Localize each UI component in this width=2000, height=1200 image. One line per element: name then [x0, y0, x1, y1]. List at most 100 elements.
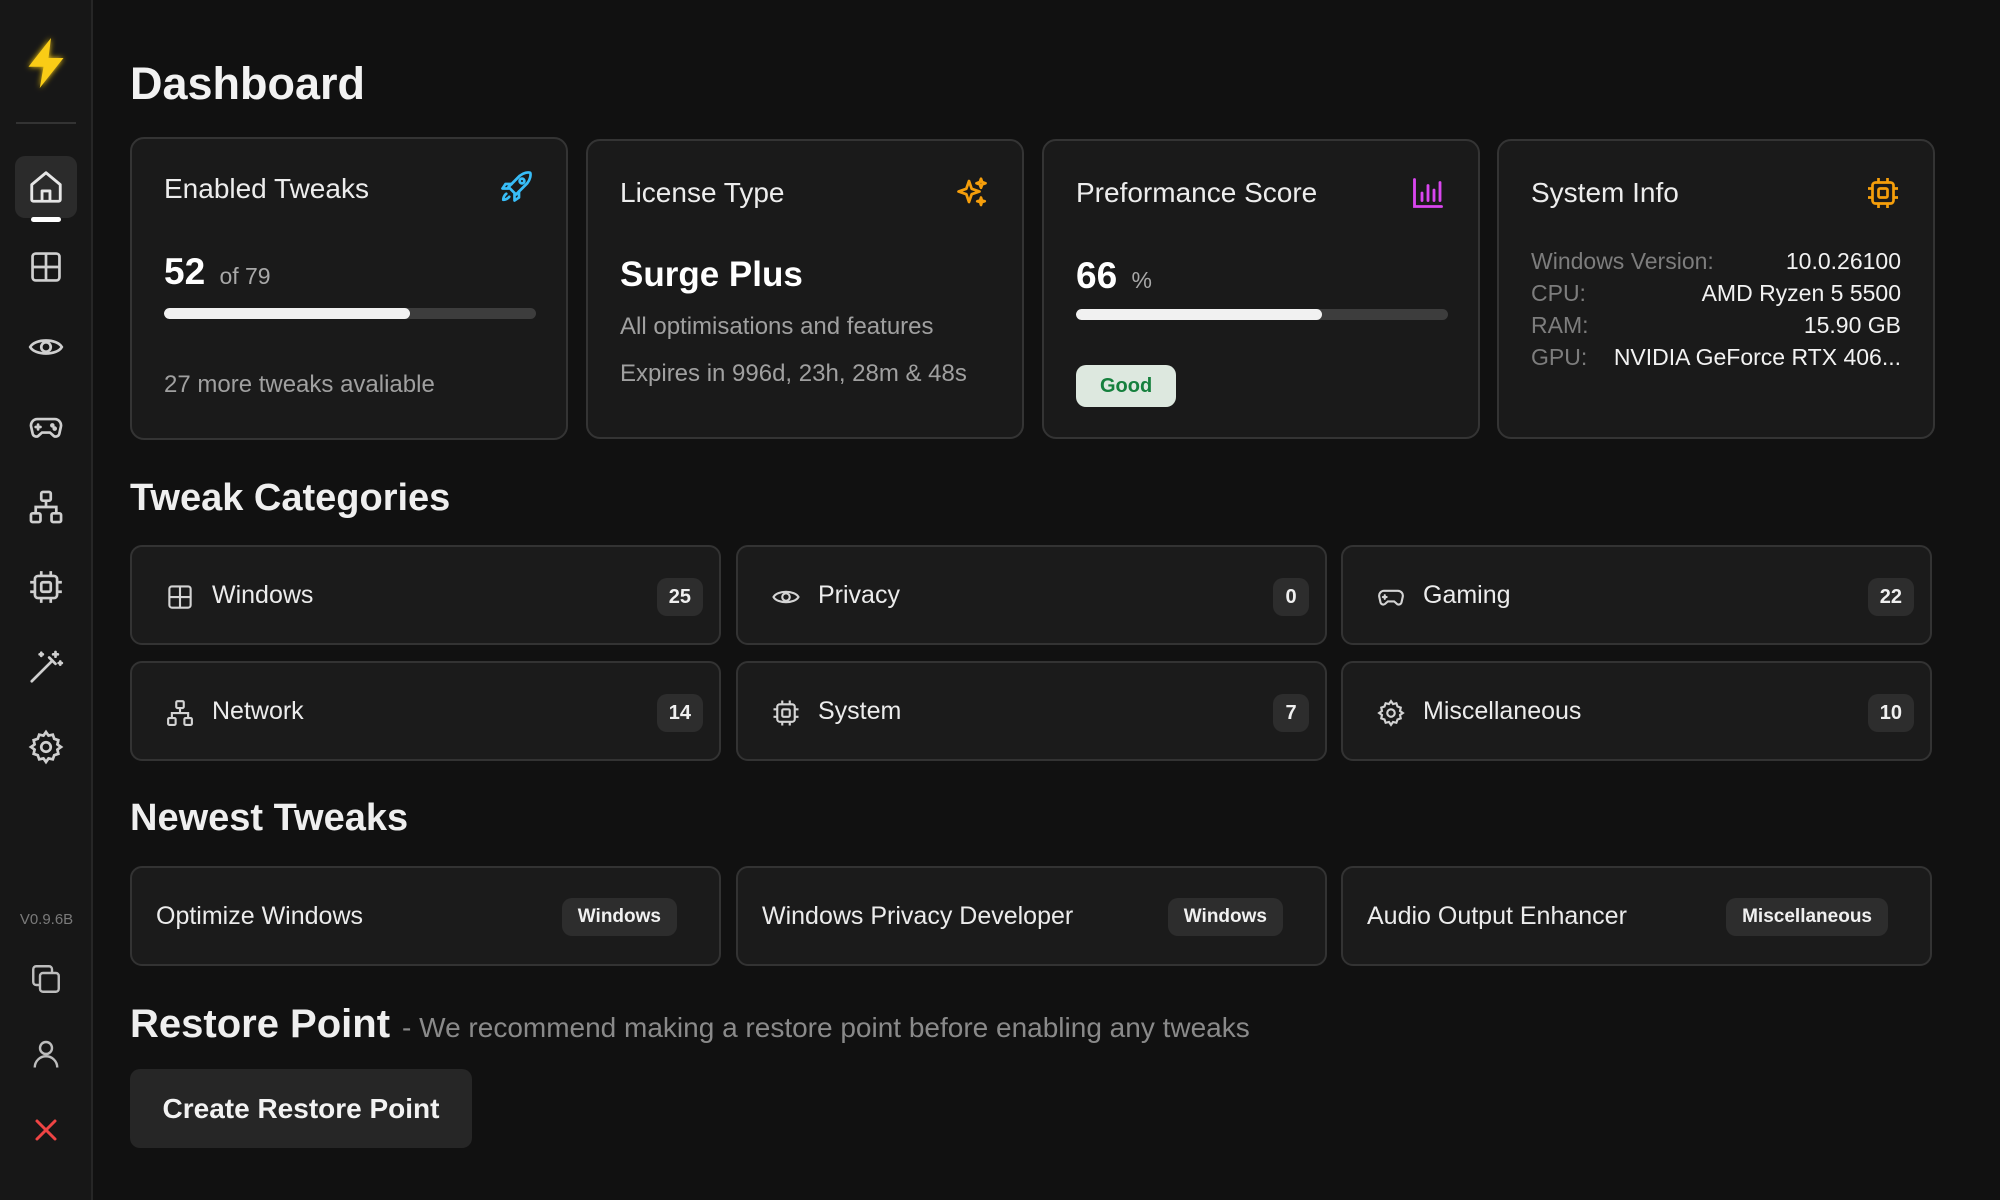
gear-icon	[1377, 699, 1405, 727]
windows-icon	[31, 252, 61, 282]
card-title: License Type	[620, 177, 785, 208]
bar-chart-icon	[1413, 178, 1443, 208]
gamepad-icon	[29, 417, 63, 438]
tweak-category-tag: Miscellaneous	[1726, 898, 1888, 936]
info-label: Windows Version:	[1531, 248, 1714, 274]
restore-title: Restore Point	[130, 1002, 391, 1046]
newest-tweak-item[interactable]: Optimize Windows Windows	[130, 866, 721, 966]
sidebar-divider	[16, 122, 76, 124]
category-label: Network	[212, 697, 304, 725]
sidebar-item-windows[interactable]	[15, 236, 77, 298]
enabled-count: 52 of 79	[164, 251, 271, 293]
user-icon	[33, 1040, 59, 1068]
info-value: AMD Ryzen 5 5500	[1701, 280, 1901, 306]
restore-heading: Restore Point - We recommend making a re…	[130, 1002, 1250, 1047]
sidebar-item-home[interactable]	[15, 156, 77, 222]
version-label: V0.9.6B	[19, 911, 74, 928]
performance-value: 66	[1076, 255, 1118, 296]
category-privacy[interactable]: Privacy 0	[736, 545, 1327, 645]
copy-button[interactable]	[22, 955, 70, 1003]
performance-score: 66 %	[1076, 255, 1152, 297]
newest-tweak-item[interactable]: Audio Output Enhancer Miscellaneous	[1341, 866, 1932, 966]
sidebar: V0.9.6B	[0, 0, 93, 1200]
category-count: 25	[656, 578, 703, 616]
tweak-category-tag: Windows	[561, 898, 677, 936]
cpu-icon	[30, 571, 62, 603]
category-gaming[interactable]: Gaming 22	[1341, 545, 1932, 645]
page-title: Dashboard	[130, 58, 366, 109]
magic-wand-icon	[30, 650, 64, 683]
performance-progress-bar	[1076, 309, 1448, 320]
tweaks-available-note: 27 more tweaks avaliable	[164, 371, 435, 398]
license-card: License Type Surge Plus All optimisation…	[586, 139, 1024, 439]
category-network[interactable]: Network 14	[130, 661, 721, 761]
category-count: 0	[1273, 578, 1309, 616]
sidebar-item-system[interactable]	[15, 556, 77, 618]
home-icon	[30, 171, 62, 203]
tweak-label: Optimize Windows	[156, 902, 363, 930]
gamepad-icon	[1378, 589, 1404, 606]
copy-icon	[32, 965, 60, 993]
license-plan: Surge Plus	[620, 255, 803, 294]
card-title: Enabled Tweaks	[164, 173, 369, 204]
tweak-label: Audio Output Enhancer	[1367, 902, 1627, 930]
sidebar-item-gaming[interactable]	[15, 396, 77, 458]
license-expiry: Expires in 996d, 23h, 28m & 48s	[620, 360, 967, 387]
close-icon	[35, 1119, 57, 1141]
info-row-gpu: GPU: NVIDIA GeForce RTX 406...	[1531, 344, 1901, 371]
status-badge: Good	[1076, 365, 1177, 407]
category-system[interactable]: System 7	[736, 661, 1327, 761]
category-label: Miscellaneous	[1423, 697, 1582, 725]
category-windows[interactable]: Windows 25	[130, 545, 721, 645]
newest-tweak-item[interactable]: Windows Privacy Developer Windows	[736, 866, 1327, 966]
info-value: NVIDIA GeForce RTX 406...	[1613, 344, 1901, 370]
card-title: System Info	[1531, 177, 1679, 208]
network-icon	[167, 700, 193, 726]
category-label: Windows	[212, 581, 314, 609]
enabled-tweaks-card: Enabled Tweaks 52 of 79 27 more tweaks a…	[130, 137, 568, 440]
eye-icon	[772, 590, 800, 604]
sidebar-item-tools[interactable]	[15, 636, 77, 698]
newest-heading: Newest Tweaks	[130, 797, 409, 839]
info-value: 15.90 GB	[1803, 312, 1901, 338]
rocket-icon	[501, 171, 532, 202]
restore-subtitle: - We recommend making a restore point be…	[402, 1012, 1250, 1043]
category-count: 22	[1867, 578, 1914, 616]
category-count: 10	[1867, 694, 1914, 732]
close-button[interactable]	[22, 1106, 70, 1154]
license-description: All optimisations and features	[620, 313, 934, 340]
sidebar-item-settings[interactable]	[15, 716, 77, 778]
app-window: V0.9.6B Dashboard Enabled Tweaks 52 of 7…	[0, 0, 2000, 1200]
windows-icon	[168, 585, 192, 609]
system-info-card: System Info Windows Version: 10.0.26100 C…	[1497, 139, 1935, 439]
lightning-logo-icon[interactable]	[16, 30, 76, 96]
enabled-total: of 79	[219, 263, 271, 289]
sidebar-item-privacy[interactable]	[15, 316, 77, 378]
info-row-windows: Windows Version: 10.0.26100	[1531, 248, 1901, 275]
performance-card: Preformance Score 66 % Good	[1042, 139, 1480, 439]
sparkles-icon	[957, 177, 987, 207]
category-label: System	[818, 697, 902, 725]
cpu-chip-icon	[1868, 178, 1898, 208]
account-button[interactable]	[22, 1030, 70, 1078]
enabled-progress-bar	[164, 308, 536, 319]
info-row-ram: RAM: 15.90 GB	[1531, 312, 1901, 339]
category-count: 7	[1273, 694, 1309, 732]
category-label: Gaming	[1423, 581, 1511, 609]
sidebar-item-network[interactable]	[15, 476, 77, 538]
card-title: Preformance Score	[1076, 177, 1318, 208]
categories-heading: Tweak Categories	[130, 477, 451, 519]
tweak-label: Windows Privacy Developer	[762, 902, 1074, 930]
category-count: 14	[656, 694, 703, 732]
enabled-value: 52	[164, 251, 206, 292]
tweak-category-tag: Windows	[1167, 898, 1283, 936]
create-restore-point-button[interactable]: Create Restore Point	[130, 1069, 472, 1148]
category-label: Privacy	[818, 581, 900, 609]
info-label: CPU:	[1531, 280, 1586, 306]
info-label: RAM:	[1531, 312, 1589, 338]
info-row-cpu: CPU: AMD Ryzen 5 5500	[1531, 280, 1901, 307]
info-value: 10.0.26100	[1785, 248, 1901, 274]
category-miscellaneous[interactable]: Miscellaneous 10	[1341, 661, 1932, 761]
eye-icon	[28, 339, 64, 355]
gear-icon	[28, 729, 64, 765]
